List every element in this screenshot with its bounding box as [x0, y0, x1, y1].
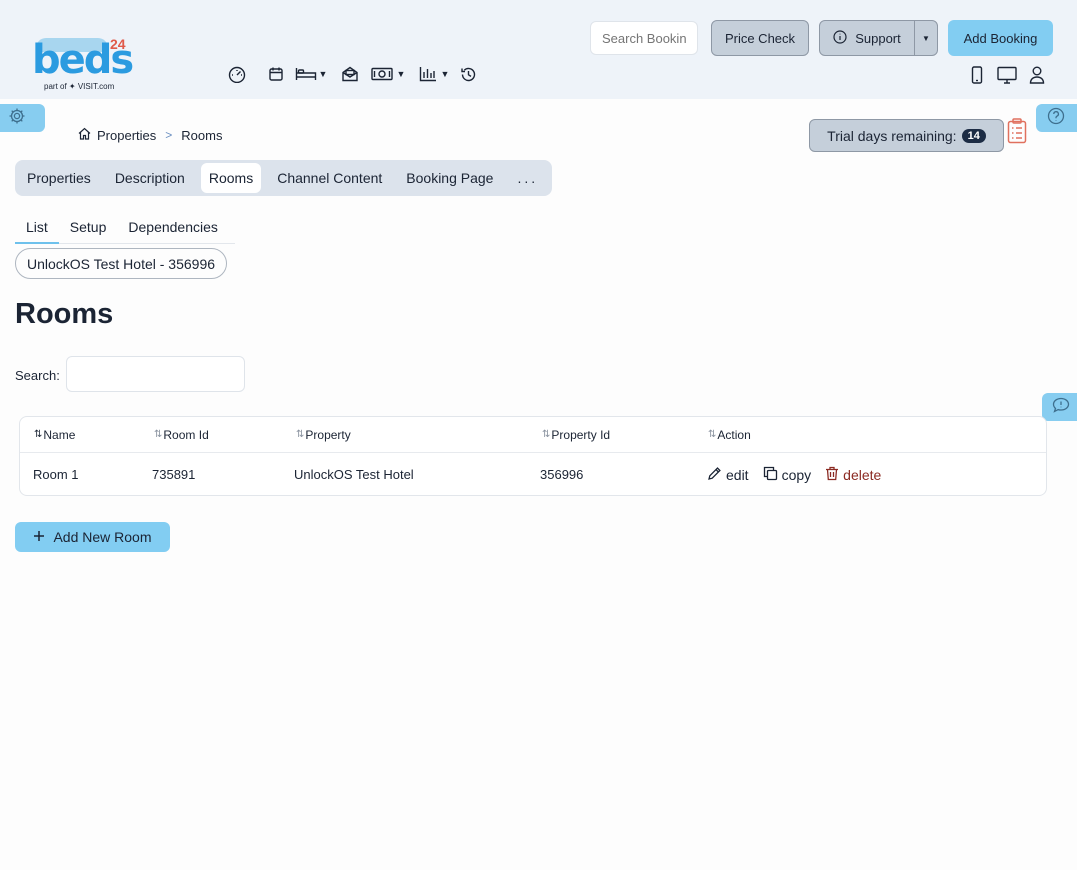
cell-property-id: 356996 [540, 467, 584, 482]
support-label: Support [855, 30, 901, 46]
tab-properties[interactable]: Properties [19, 163, 99, 193]
table-header: ⇅ Name ⇅ Room Id ⇅ Property ⇅ Property I… [20, 417, 1046, 453]
breadcrumb-properties-link[interactable]: Properties [97, 128, 156, 143]
tab-description[interactable]: Description [107, 163, 193, 193]
dashboard-gauge-icon[interactable] [226, 63, 248, 85]
tab-channel-content[interactable]: Channel Content [269, 163, 390, 193]
mobile-view-icon[interactable] [966, 64, 988, 86]
subtab-list[interactable]: List [15, 211, 59, 244]
edit-label: edit [726, 466, 749, 483]
user-account-icon[interactable] [1026, 64, 1048, 86]
pencil-icon [707, 466, 722, 484]
column-header-action[interactable]: ⇅ Action [708, 417, 751, 452]
cell-actions: edit copy delete [707, 453, 895, 496]
cell-room-id: 735891 [152, 467, 196, 482]
search-bookings-input[interactable] [590, 21, 698, 55]
add-booking-button[interactable]: Add Booking [948, 20, 1053, 56]
support-button[interactable]: Support [819, 20, 915, 56]
device-view-toggles [966, 64, 1048, 86]
trial-days-button[interactable]: Trial days remaining: 14 [809, 119, 1004, 152]
sort-icon: ⇅ [296, 429, 305, 440]
rooms-search-input[interactable] [66, 356, 245, 392]
table-row: Room 1 735891 UnlockOS Test Hotel 356996… [20, 453, 1046, 496]
money-dropdown-caret-icon[interactable]: ▼ [395, 63, 407, 85]
question-circle-icon [1047, 107, 1065, 130]
property-selector[interactable]: UnlockOS Test Hotel - 356996 [15, 248, 227, 279]
sort-icon: ⇅ [542, 429, 551, 440]
sort-asc-icon: ⇅ [34, 429, 43, 440]
main-nav: ▼ ▼ ▼ [226, 63, 479, 85]
plus-icon [33, 529, 45, 545]
column-label: Action [717, 427, 751, 442]
envelope-open-icon[interactable] [339, 63, 361, 85]
cell-room-name: Room 1 [33, 467, 79, 482]
copy-icon [763, 466, 778, 484]
column-header-property-id[interactable]: ⇅ Property Id [542, 417, 610, 452]
help-side-tab[interactable] [1036, 104, 1077, 132]
delete-room-button[interactable]: delete [825, 466, 881, 484]
home-icon [78, 127, 91, 143]
property-tabs: Properties Description Rooms Channel Con… [15, 160, 552, 196]
calendar-icon[interactable] [265, 63, 287, 85]
info-circle-icon [833, 29, 847, 47]
logo-number-text: 24 [110, 36, 126, 52]
edit-room-button[interactable]: edit [707, 466, 749, 484]
rooms-table: ⇅ Name ⇅ Room Id ⇅ Property ⇅ Property I… [19, 416, 1047, 496]
column-header-room-id[interactable]: ⇅ Room Id [154, 417, 209, 452]
support-dropdown-caret-icon[interactable]: ▼ [914, 20, 938, 56]
page-title: Rooms [15, 298, 114, 330]
cell-property: UnlockOS Test Hotel [294, 467, 414, 482]
gear-icon [8, 107, 26, 130]
feedback-side-tab[interactable] [1042, 393, 1077, 421]
tab-rooms[interactable]: Rooms [200, 163, 262, 193]
chat-bubble-icon [1052, 397, 1070, 418]
desktop-view-icon[interactable] [996, 64, 1018, 86]
clipboard-list-icon[interactable] [1007, 118, 1027, 144]
logo-tagline: part of ✦ VISIT.com [44, 82, 115, 91]
trial-label: Trial days remaining: [827, 127, 957, 144]
tab-more[interactable]: ... [509, 163, 546, 193]
beds24-logo[interactable]: beds 24 part of ✦ VISIT.com [30, 36, 135, 94]
breadcrumb-current: Rooms [181, 127, 223, 143]
history-icon[interactable] [457, 63, 479, 85]
column-header-name[interactable]: ⇅ Name [34, 417, 75, 452]
column-label: Name [43, 427, 76, 442]
top-header: beds 24 part of ✦ VISIT.com ▼ ▼ ▼ Search… [0, 0, 1077, 99]
rooms-subtabs: List Setup Dependencies [15, 211, 235, 244]
column-header-property[interactable]: ⇅ Property [296, 417, 351, 452]
copy-label: copy [781, 466, 812, 483]
settings-side-tab[interactable] [0, 104, 45, 132]
bed-dropdown-caret-icon[interactable]: ▼ [317, 63, 329, 85]
price-check-button[interactable]: Price Check [711, 20, 809, 56]
add-new-room-button[interactable]: Add New Room [15, 522, 170, 552]
copy-room-button[interactable]: copy [763, 466, 812, 484]
column-label: Room Id [163, 427, 209, 442]
delete-label: delete [843, 466, 882, 483]
column-label: Property [305, 427, 351, 442]
money-bill-icon[interactable] [369, 63, 395, 85]
column-label: Property Id [551, 427, 611, 442]
trash-icon [825, 466, 839, 484]
tab-booking-page[interactable]: Booking Page [398, 163, 501, 193]
bed-icon[interactable] [295, 63, 317, 85]
breadcrumb: Properties > Rooms [78, 127, 222, 143]
chart-dropdown-caret-icon[interactable]: ▼ [439, 63, 451, 85]
sort-icon: ⇅ [708, 429, 717, 440]
breadcrumb-separator: > [165, 128, 173, 142]
search-label: Search: [15, 368, 60, 383]
subtab-dependencies[interactable]: Dependencies [117, 211, 229, 243]
sort-icon: ⇅ [154, 429, 163, 440]
bar-chart-icon[interactable] [417, 63, 439, 85]
add-new-room-label: Add New Room [53, 529, 152, 545]
subtab-setup[interactable]: Setup [59, 211, 118, 243]
trial-days-badge: 14 [961, 128, 986, 143]
